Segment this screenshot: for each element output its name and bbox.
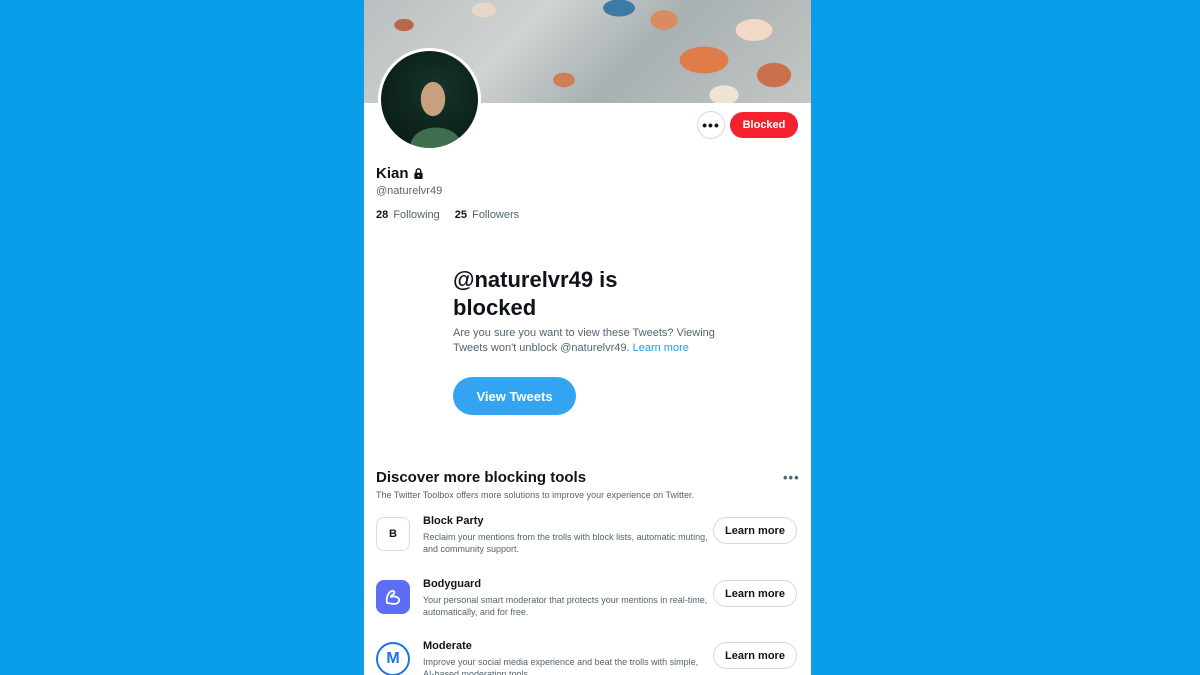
- more-options-icon: •••: [702, 117, 720, 133]
- bodyguard-icon: [376, 580, 410, 614]
- followers-count: 25: [454, 209, 468, 221]
- more-options-button[interactable]: •••: [697, 111, 725, 139]
- tool-description: Reclaim your mentions from the trolls wi…: [423, 532, 708, 554]
- following-label: Following: [393, 209, 440, 221]
- block-party-icon-letter: B: [389, 528, 397, 540]
- learn-more-button[interactable]: Learn more: [713, 580, 797, 607]
- tool-item-bodyguard: Bodyguard Your personal smart moderator …: [376, 578, 800, 634]
- twitter-profile-screen: ••• Blocked Kian @naturelvr49 28 Followi…: [364, 0, 811, 675]
- tool-item-block-party: B Block Party Reclaim your mentions from…: [376, 515, 800, 571]
- tool-description: Improve your social media experience and…: [423, 657, 699, 675]
- profile-avatar[interactable]: [378, 48, 481, 151]
- profile-name: Kian: [376, 165, 409, 182]
- following-count: 28: [376, 209, 389, 221]
- moderate-icon-letter: M: [386, 650, 400, 667]
- profile-handle: @naturelvr49: [376, 185, 443, 197]
- tool-item-moderate: M Moderate Improve your social media exp…: [376, 640, 800, 675]
- learn-more-button[interactable]: Learn more: [713, 517, 797, 544]
- followers-label: Followers: [472, 209, 520, 221]
- profile-stats: 28 Following 25 Followers: [376, 209, 519, 221]
- blocked-notice-description: Are you sure you want to view these Twee…: [453, 326, 743, 356]
- blocked-notice-title: @naturelvr49 is blocked: [453, 267, 618, 320]
- tool-name: Block Party: [423, 515, 484, 527]
- blocked-button[interactable]: Blocked: [730, 112, 798, 138]
- lock-icon: [413, 168, 423, 179]
- block-party-icon: B: [376, 517, 410, 551]
- discover-more-icon[interactable]: •••: [783, 470, 800, 485]
- moderate-icon: M: [376, 642, 410, 675]
- discover-title: Discover more blocking tools: [376, 469, 587, 486]
- discover-subtitle: The Twitter Toolbox offers more solution…: [376, 490, 694, 500]
- tool-description: Your personal smart moderator that prote…: [423, 595, 708, 617]
- following-link[interactable]: 28 Following: [376, 209, 440, 221]
- learn-more-button[interactable]: Learn more: [713, 642, 797, 669]
- bodyguard-arm-icon: [385, 590, 401, 605]
- profile-name-row: Kian: [376, 165, 424, 182]
- tool-name: Bodyguard: [423, 578, 482, 590]
- followers-link[interactable]: 25 Followers: [455, 209, 519, 221]
- view-tweets-button[interactable]: View Tweets: [453, 377, 576, 415]
- tool-name: Moderate: [423, 640, 472, 652]
- learn-more-link[interactable]: Learn more: [633, 342, 689, 354]
